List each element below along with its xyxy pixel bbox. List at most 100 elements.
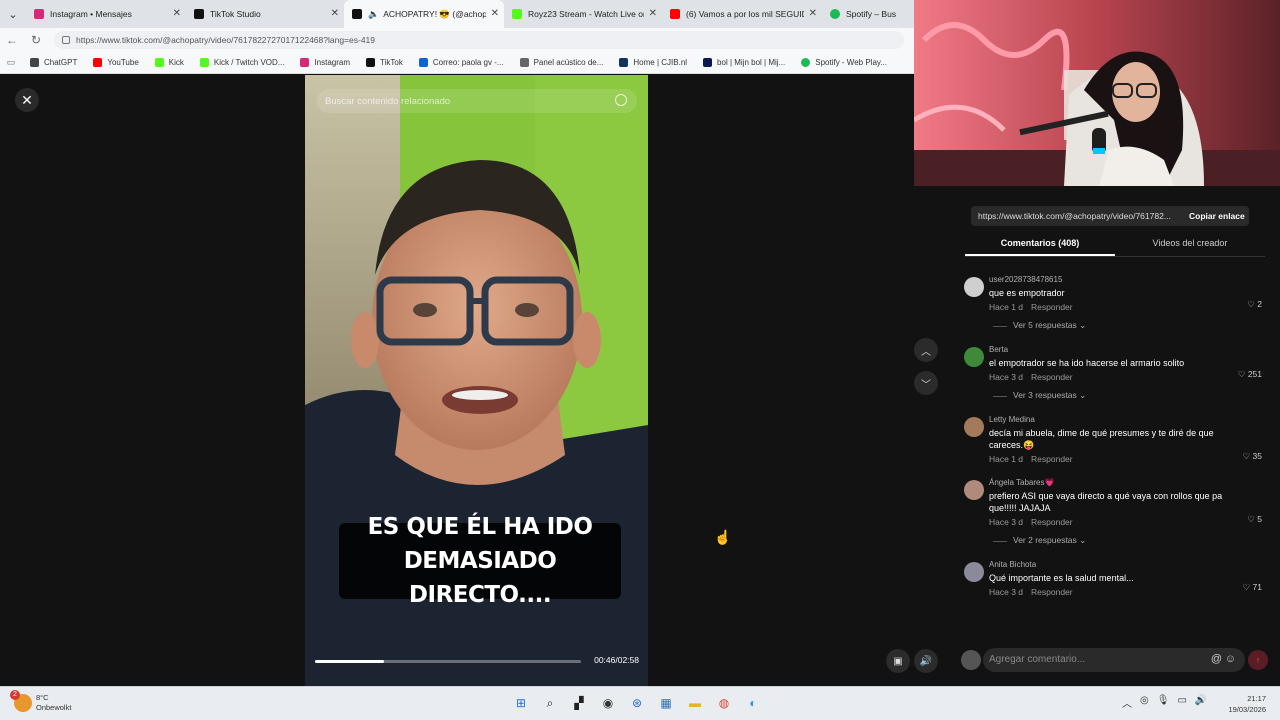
comment-like-button[interactable]: ♡ 2 (1247, 299, 1262, 310)
reply-button[interactable]: Responder (1031, 587, 1073, 597)
tab-comments[interactable]: Comentarios (408) (965, 235, 1115, 256)
bookmark-bol[interactable]: bol | Mijn bol | Mij... (695, 58, 793, 67)
send-comment-button[interactable]: ↑ (1248, 650, 1268, 670)
comment-composer: Agregar comentario... @ ☺ ↑ (953, 648, 1280, 678)
edge-icon[interactable]: ◐ (744, 694, 762, 712)
video-player[interactable]: Buscar contenido relacionado ES QUE ÉL H… (305, 75, 648, 686)
comment-like-button[interactable]: ♡ 35 (1243, 451, 1262, 462)
bookmark-tiktok[interactable]: TikTok (358, 58, 411, 67)
address-bar: ← ↻ https://www.tiktok.com/@achopatry/vi… (0, 28, 914, 52)
avatar[interactable] (964, 277, 984, 297)
close-video-button[interactable]: ✕ (15, 88, 39, 112)
view-replies-label: Ver 2 respuestas (1013, 535, 1077, 545)
avatar[interactable] (964, 417, 984, 437)
clock[interactable]: 21:17 19/03/2026 (1228, 693, 1266, 715)
tab-tiktok-studio[interactable]: TikTok Studio ✕ (186, 0, 344, 28)
related-search-input[interactable]: Buscar contenido relacionado (317, 89, 637, 113)
chrome-icon[interactable]: ◍ (715, 694, 733, 712)
close-tab-icon[interactable]: ✕ (173, 8, 181, 19)
tab-kick-stream[interactable]: Royz23 Stream - Watch Live on Ki ✕ (504, 0, 662, 28)
tab-title: (6) Vamos a por los mil SEGUIDO!! (686, 9, 804, 19)
view-replies-button[interactable]: Ver 2 respuestas ⌄ (989, 535, 1270, 546)
bookmark-spotify[interactable]: Spotify - Web Play... (793, 58, 895, 67)
network-app-icon[interactable]: ◎ (1140, 695, 1149, 710)
monitor-icon[interactable]: ▭ (1177, 695, 1186, 710)
tab-title: Instagram • Mensajes (50, 9, 132, 19)
bookmark-label: Kick / Twitch VOD... (213, 58, 285, 67)
tab-creator-videos[interactable]: Videos del creador (1115, 235, 1265, 256)
tab-spotify[interactable]: Spotify – Buscar (822, 0, 914, 28)
comment-username[interactable]: Ángela Tabares💗 (989, 478, 1270, 490)
bookmark-cjib[interactable]: Home | CJIB.nl (611, 58, 695, 67)
view-replies-button[interactable]: Ver 5 respuestas ⌄ (989, 320, 1270, 331)
bookmark-kick-twitch-vod[interactable]: Kick / Twitch VOD... (192, 58, 293, 67)
search-icon[interactable]: ⌕ (541, 694, 559, 712)
chevron-up-icon[interactable]: ︿ (1122, 695, 1132, 710)
video-progress-fill (315, 660, 384, 663)
bookmark-youtube[interactable]: YouTube (85, 58, 146, 67)
chevron-down-icon: ⌄ (1079, 320, 1087, 330)
video-progress-bar[interactable] (315, 660, 581, 663)
back-arrow-icon[interactable]: ← (0, 33, 24, 47)
obs-icon[interactable]: ◉ (599, 694, 617, 712)
reply-button[interactable]: Responder (1031, 454, 1073, 464)
heart-icon: ♡ (1247, 299, 1258, 309)
reload-icon[interactable]: ↻ (24, 33, 48, 47)
url-field[interactable]: https://www.tiktok.com/@achopatry/video/… (54, 31, 904, 49)
comment-username[interactable]: Letty Medina (989, 415, 1270, 427)
close-tab-icon[interactable]: ✕ (331, 8, 339, 19)
search-icon[interactable] (615, 94, 627, 106)
tab-list-chevron-icon[interactable]: ⌄ (0, 0, 26, 28)
comment-like-button[interactable]: ♡ 251 (1238, 369, 1262, 380)
bookmark-correo[interactable]: Correo: paola gv -... (411, 58, 512, 67)
picture-in-picture-button[interactable]: ▣ (886, 649, 910, 673)
copy-link-button[interactable]: Copiar enlace (1183, 211, 1245, 221)
next-video-button[interactable]: ﹀ (914, 371, 938, 395)
weather-widget[interactable]: 2 8°C Onbewolkt (10, 690, 71, 713)
instagram-icon (34, 9, 44, 19)
volume-icon[interactable]: 🔊 (1195, 695, 1207, 710)
file-explorer-icon[interactable]: ▬ (686, 694, 704, 712)
tab-achopatry[interactable]: 🔈 ACHOPATRY! 😎 (@achopatr ✕ (344, 0, 504, 28)
weather-text: 8°C Onbewolkt (36, 693, 71, 713)
comment-username[interactable]: user2028738478615 (989, 275, 1270, 287)
app-icon[interactable]: ⊛ (628, 694, 646, 712)
spotify-icon (830, 9, 840, 19)
emoji-icon[interactable]: ☺ (1225, 653, 1236, 665)
task-view-icon[interactable]: ▞ (570, 694, 588, 712)
reply-button[interactable]: Responder (1031, 372, 1073, 382)
close-tab-icon[interactable]: ✕ (491, 8, 499, 19)
view-replies-button[interactable]: Ver 3 respuestas ⌄ (989, 390, 1270, 401)
comment-like-button[interactable]: ♡ 5 (1247, 514, 1262, 525)
comment-like-button[interactable]: ♡ 71 (1243, 582, 1262, 593)
reply-button[interactable]: Responder (1031, 517, 1073, 527)
bookmarks-folder-icon[interactable]: ▭ (0, 57, 22, 68)
reply-button[interactable]: Responder (1031, 302, 1073, 312)
close-tab-icon[interactable]: ✕ (809, 8, 817, 19)
avatar[interactable] (964, 347, 984, 367)
tab-instagram[interactable]: Instagram • Mensajes ✕ (26, 0, 186, 28)
video-caption: ES QUE ÉL HA IDO DEMASIADO DIRECTO.... (339, 514, 621, 608)
bookmark-panel-acustico[interactable]: Panel acústico de... (512, 58, 612, 67)
bookmark-chatgpt[interactable]: ChatGPT (22, 58, 85, 67)
tiktok-icon (194, 9, 204, 19)
tab-youtube[interactable]: (6) Vamos a por los mil SEGUIDO!! ✕ (662, 0, 822, 28)
comment-username[interactable]: Anita Bichota (989, 560, 1270, 572)
volume-button[interactable]: 🔊 (914, 649, 938, 673)
speaker-icon[interactable]: 🔈 (368, 9, 379, 20)
comment-input[interactable]: Agregar comentario... (983, 648, 1245, 672)
avatar[interactable] (964, 562, 984, 582)
comment-username[interactable]: Berta (989, 345, 1270, 357)
microphone-icon[interactable]: 🎙 (1157, 695, 1170, 710)
bookmark-kick[interactable]: Kick (147, 58, 192, 67)
video-time: 00:46/02:58 (594, 655, 639, 665)
windows-start-icon[interactable]: ⊞ (512, 694, 530, 712)
store-icon[interactable]: ▦ (657, 694, 675, 712)
close-tab-icon[interactable]: ✕ (649, 8, 657, 19)
bookmark-instagram[interactable]: Instagram (292, 58, 358, 67)
cjib-icon (619, 58, 629, 67)
previous-video-button[interactable]: ︿ (914, 338, 938, 362)
mention-icon[interactable]: @ (1211, 653, 1222, 665)
avatar[interactable] (964, 480, 984, 500)
bookmarks-bar: ▭ ChatGPT YouTube Kick Kick / Twitch VOD… (0, 52, 914, 74)
